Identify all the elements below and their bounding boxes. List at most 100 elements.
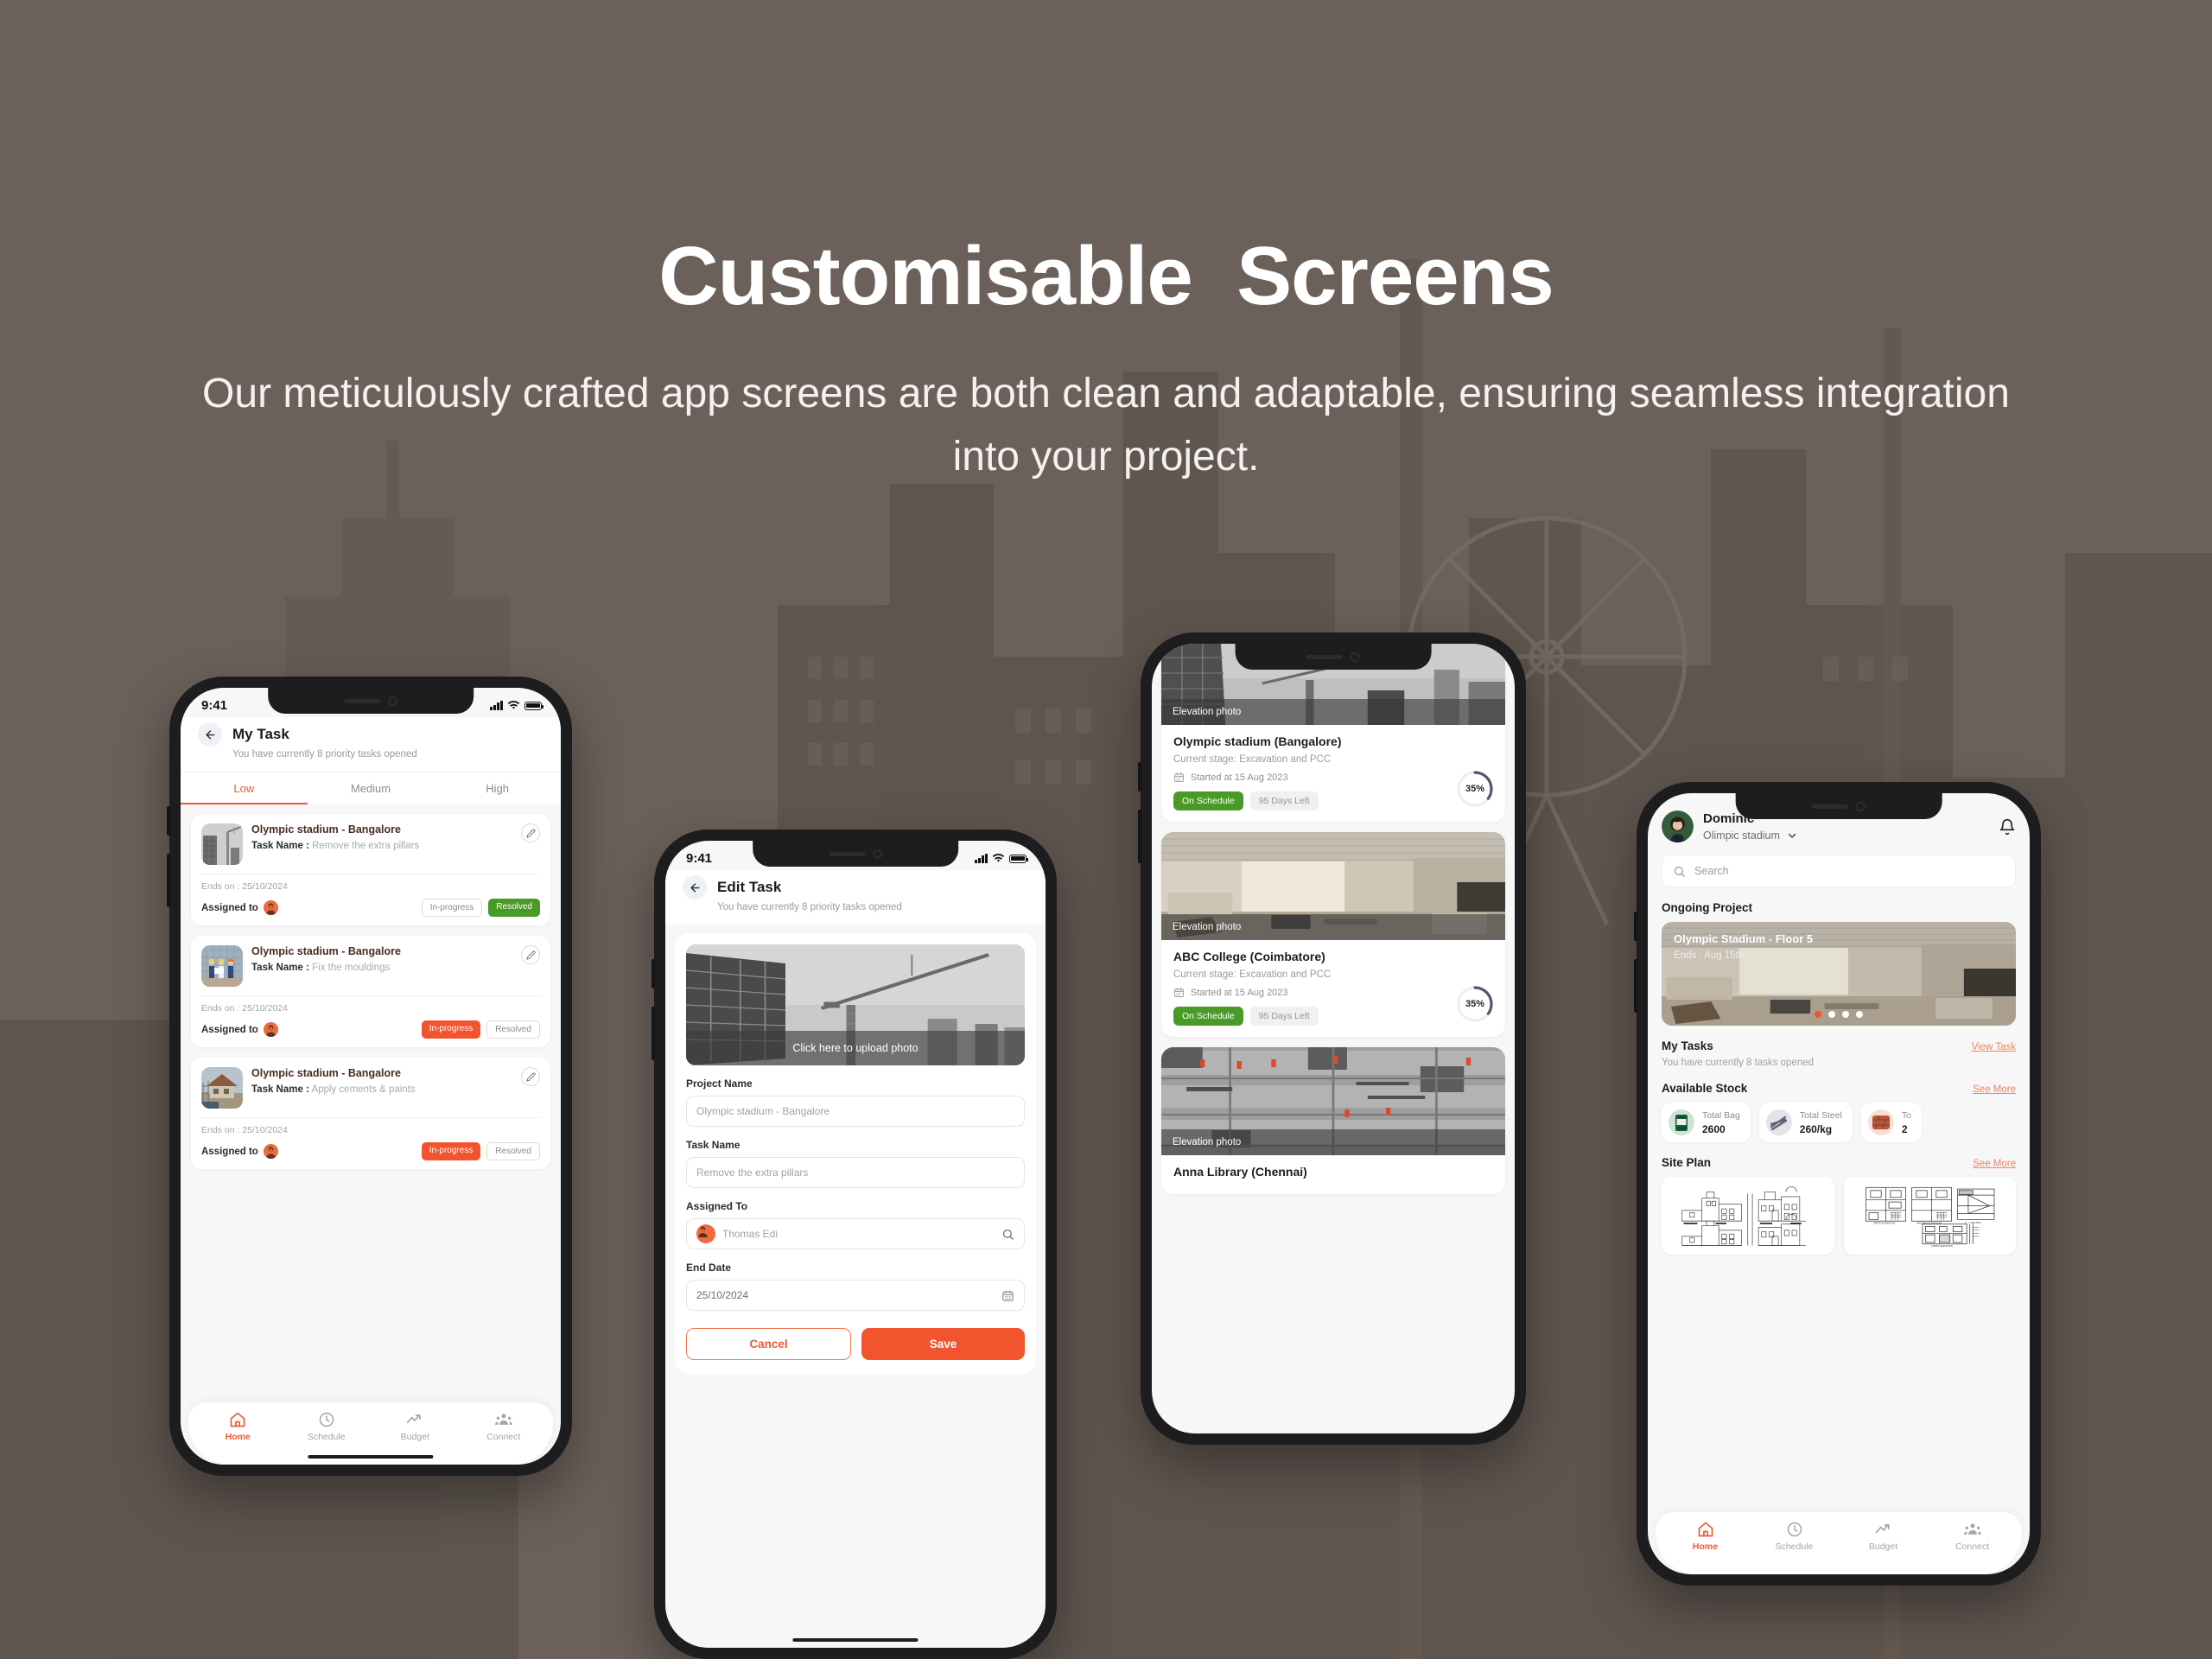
app-header: My Task You have currently 8 priority ta… — [181, 717, 561, 772]
avatar — [696, 1224, 715, 1243]
site-plan-card[interactable]: FIRST FLOOR PLAN GROUND FLOOR PLAN X - Y… — [1843, 1177, 2016, 1255]
notifications-button[interactable] — [1999, 818, 2016, 836]
ongoing-project-ends: Ends : Aug 15th — [1674, 950, 1745, 961]
save-button[interactable]: Save — [861, 1328, 1025, 1360]
phone-3-screen: Elevation photo Olympic stadium (Bangalo… — [1152, 644, 1515, 1433]
stock-card[interactable]: To 2 — [1860, 1103, 1922, 1142]
carousel-dot[interactable] — [1828, 1011, 1835, 1018]
phone-4-screen: Dominic Olimpic stadium Search Ongoing P… — [1648, 793, 2030, 1574]
calendar-icon[interactable] — [1001, 1289, 1014, 1302]
avatar[interactable] — [1662, 810, 1694, 842]
photo-upload-area[interactable]: Click here to upload photo — [686, 944, 1025, 1065]
edit-task-button[interactable] — [521, 945, 540, 964]
carousel-dot[interactable] — [1815, 1011, 1821, 1018]
nav-item-connect[interactable]: Connect — [460, 1411, 549, 1442]
project-card[interactable]: Elevation photo ABC College (Coimbatore)… — [1161, 832, 1505, 1037]
task-card[interactable]: Olympic stadium - Bangalore Task Name : … — [191, 814, 550, 925]
chip-in-progress[interactable]: In-progress — [421, 1142, 481, 1160]
project-selector[interactable]: Olimpic stadium — [1703, 830, 1797, 842]
nav-item-connect[interactable]: Connect — [1928, 1521, 2017, 1552]
notch — [753, 841, 958, 867]
edit-task-form: Click here to upload photo Project Name … — [675, 933, 1036, 1374]
project-name-input[interactable]: Olympic stadium - Bangalore — [686, 1096, 1025, 1127]
cement-bag-icon — [1669, 1109, 1694, 1135]
carousel-dots[interactable] — [1815, 1011, 1863, 1018]
selected-project: Olimpic stadium — [1703, 829, 1780, 842]
task-end-date: Ends on : 25/10/2024 — [201, 1003, 288, 1014]
home-icon — [1698, 1522, 1713, 1537]
my-tasks-header: My Tasks View Task — [1648, 1039, 2030, 1052]
task-card[interactable]: Olympic stadium - Bangalore Task Name : … — [191, 936, 550, 1047]
stock-list: Total Bag 2600 Total Steel 260/kg To 2 — [1648, 1103, 2030, 1142]
ongoing-project-card[interactable]: Olympic Stadium - Floor 5 Ends : Aug 15t… — [1662, 922, 2016, 1026]
nav-item-budget[interactable]: Budget — [371, 1411, 460, 1442]
project-photo: Elevation photo — [1161, 1047, 1505, 1155]
project-stage: Current stage: Excavation and PCC — [1173, 969, 1332, 980]
status-time: 9:41 — [686, 850, 713, 866]
progress-ring: 35% — [1456, 770, 1494, 808]
chevron-down-icon — [1788, 833, 1796, 838]
assigned-to-input[interactable]: Thomas Edi — [686, 1218, 1025, 1249]
nav-item-home[interactable]: Home — [194, 1411, 283, 1442]
bottom-navigation: Home Schedule Budget Connect — [1656, 1512, 2022, 1574]
project-card[interactable]: Elevation photo Olympic stadium (Bangalo… — [1161, 644, 1505, 822]
progress-value: 35% — [1465, 999, 1485, 1009]
edit-task-button[interactable] — [521, 1067, 540, 1086]
task-card[interactable]: Olympic stadium - Bangalore Task Name : … — [191, 1058, 550, 1169]
task-project-name: Olympic stadium - Bangalore — [251, 823, 401, 836]
stock-card[interactable]: Total Steel 260/kg — [1758, 1103, 1853, 1142]
nav-item-schedule[interactable]: Schedule — [283, 1411, 372, 1442]
end-date-input[interactable]: 25/10/2024 — [686, 1280, 1025, 1311]
assigned-to: Assigned to — [201, 900, 278, 915]
stock-card[interactable]: Total Bag 2600 — [1662, 1103, 1751, 1142]
stock-value: 2 — [1901, 1122, 1908, 1135]
chip-in-progress[interactable]: In-progress — [421, 1020, 481, 1039]
battery-icon — [1009, 854, 1028, 863]
back-button[interactable] — [683, 875, 707, 899]
progress-value: 35% — [1465, 784, 1485, 794]
signal-icon — [490, 700, 503, 710]
avatar — [263, 1022, 278, 1037]
tab-high[interactable]: High — [434, 772, 561, 804]
tab-low[interactable]: Low — [181, 772, 308, 804]
task-name-label: Task Name : — [251, 1084, 309, 1095]
cancel-button[interactable]: Cancel — [686, 1328, 851, 1360]
back-button[interactable] — [198, 722, 222, 747]
assigned-to-label: Assigned to — [201, 1146, 258, 1157]
chip-resolved[interactable]: Resolved — [486, 1142, 540, 1160]
section-title-stock: Available Stock — [1662, 1082, 1748, 1095]
carousel-dot[interactable] — [1856, 1011, 1863, 1018]
stock-see-more-link[interactable]: See More — [1973, 1084, 2016, 1095]
priority-tabs: Low Medium High — [181, 772, 561, 804]
chip-in-progress[interactable]: In-progress — [421, 899, 483, 917]
ongoing-project-title: Olympic Stadium - Floor 5 — [1674, 932, 1814, 945]
phone-1-screen: 9:41 My Task You have currently 8 priori… — [181, 688, 561, 1465]
project-card[interactable]: Elevation photo Anna Library (Chennai) — [1161, 1047, 1505, 1194]
avatar — [263, 900, 278, 915]
tab-medium[interactable]: Medium — [308, 772, 435, 804]
chip-resolved[interactable]: Resolved — [486, 1020, 540, 1039]
days-left-badge: 95 Days Left — [1249, 1007, 1319, 1026]
view-task-link[interactable]: View Task — [1972, 1042, 2016, 1052]
edit-task-button[interactable] — [521, 823, 540, 842]
site-plan-card[interactable] — [1662, 1177, 1834, 1255]
svg-text:X - Y SECTION: X - Y SECTION — [1965, 1221, 1980, 1224]
carousel-dot[interactable] — [1842, 1011, 1849, 1018]
page-subheading: You have currently 8 priority tasks open… — [717, 902, 902, 912]
nav-item-home[interactable]: Home — [1661, 1521, 1750, 1552]
nav-item-budget[interactable]: Budget — [1839, 1521, 1928, 1552]
task-end-date: Ends on : 25/10/2024 — [201, 881, 288, 892]
house-construction-photo-icon — [201, 1067, 243, 1109]
photo-caption: Elevation photo — [1161, 914, 1505, 940]
home-indicator — [308, 1455, 434, 1459]
notch — [1235, 644, 1432, 670]
search-input[interactable]: Search — [1662, 855, 2016, 887]
site-plan-see-more-link[interactable]: See More — [1973, 1159, 2016, 1169]
nav-item-schedule[interactable]: Schedule — [1750, 1521, 1839, 1552]
speaker-icon — [1811, 804, 1848, 809]
task-name-input[interactable]: Remove the extra pillars — [686, 1157, 1025, 1188]
nav-label-budget: Budget — [400, 1432, 429, 1442]
chip-resolved[interactable]: Resolved — [488, 899, 540, 917]
search-icon[interactable] — [1001, 1228, 1014, 1241]
elevation-drawing — [1679, 1183, 1817, 1249]
